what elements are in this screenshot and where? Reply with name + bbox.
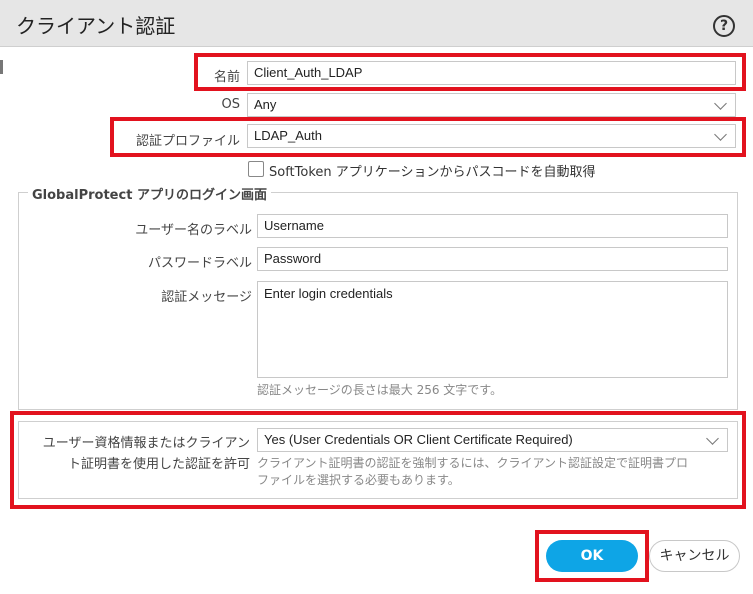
softtoken-checkbox[interactable] [248, 161, 264, 177]
auth-message-hint: 認証メッセージの長さは最大 256 文字です。 [257, 383, 503, 397]
cert-auth-hint-line1: クライアント証明書の認証を強制するには、クライアント認証設定で証明書プロ [257, 456, 689, 470]
dialog-title: クライアント認証 [16, 14, 176, 38]
cert-auth-hint-line2: ファイルを選択する必要もあります。 [257, 473, 460, 487]
dialog-titlebar: クライアント認証 ? [0, 0, 753, 47]
cert-auth-label: ユーザー資格情報またはクライアン ト証明書を使用した認証を許可 [22, 433, 250, 475]
auth-profile-label: 認証プロファイル [135, 134, 240, 149]
os-label: OS [221, 97, 240, 112]
auth-profile-select[interactable]: LDAP_Auth [247, 124, 736, 148]
password-label: パスワードラベル [147, 256, 252, 271]
username-label: ユーザー名のラベル [135, 223, 252, 238]
cert-auth-select[interactable]: Yes (User Credentials OR Client Certific… [257, 428, 728, 452]
name-input[interactable]: Client_Auth_LDAP [247, 61, 736, 85]
auth-message-textarea[interactable]: Enter login credentials [257, 281, 728, 378]
softtoken-label: SoftToken アプリケーションからパスコードを自動取得 [269, 165, 596, 180]
cancel-button[interactable]: キャンセル [649, 540, 740, 572]
background-window-edge [0, 60, 3, 74]
chevron-down-icon [714, 128, 727, 141]
username-label-input[interactable]: Username [257, 214, 728, 238]
name-label: 名前 [213, 70, 240, 85]
auth-message-label: 認証メッセージ [161, 290, 252, 305]
ok-button[interactable]: OK [546, 540, 638, 572]
cert-auth-label-line2: ト証明書を使用した認証を許可 [67, 457, 250, 472]
os-select-value: Any [254, 97, 277, 112]
password-label-input[interactable]: Password [257, 247, 728, 271]
login-screen-legend: GlobalProtect アプリのログイン画面 [28, 184, 271, 203]
question-circle-icon[interactable]: ? [713, 15, 735, 37]
chevron-down-icon [706, 432, 719, 445]
os-select[interactable]: Any [247, 93, 736, 117]
chevron-down-icon [714, 97, 727, 110]
cert-auth-select-value: Yes (User Credentials OR Client Certific… [264, 432, 573, 447]
cert-auth-hint: クライアント証明書の認証を強制するには、クライアント認証設定で証明書プロ ファイ… [257, 455, 727, 489]
cert-auth-label-line1: ユーザー資格情報またはクライアン [42, 436, 250, 451]
auth-profile-select-value: LDAP_Auth [254, 128, 322, 143]
